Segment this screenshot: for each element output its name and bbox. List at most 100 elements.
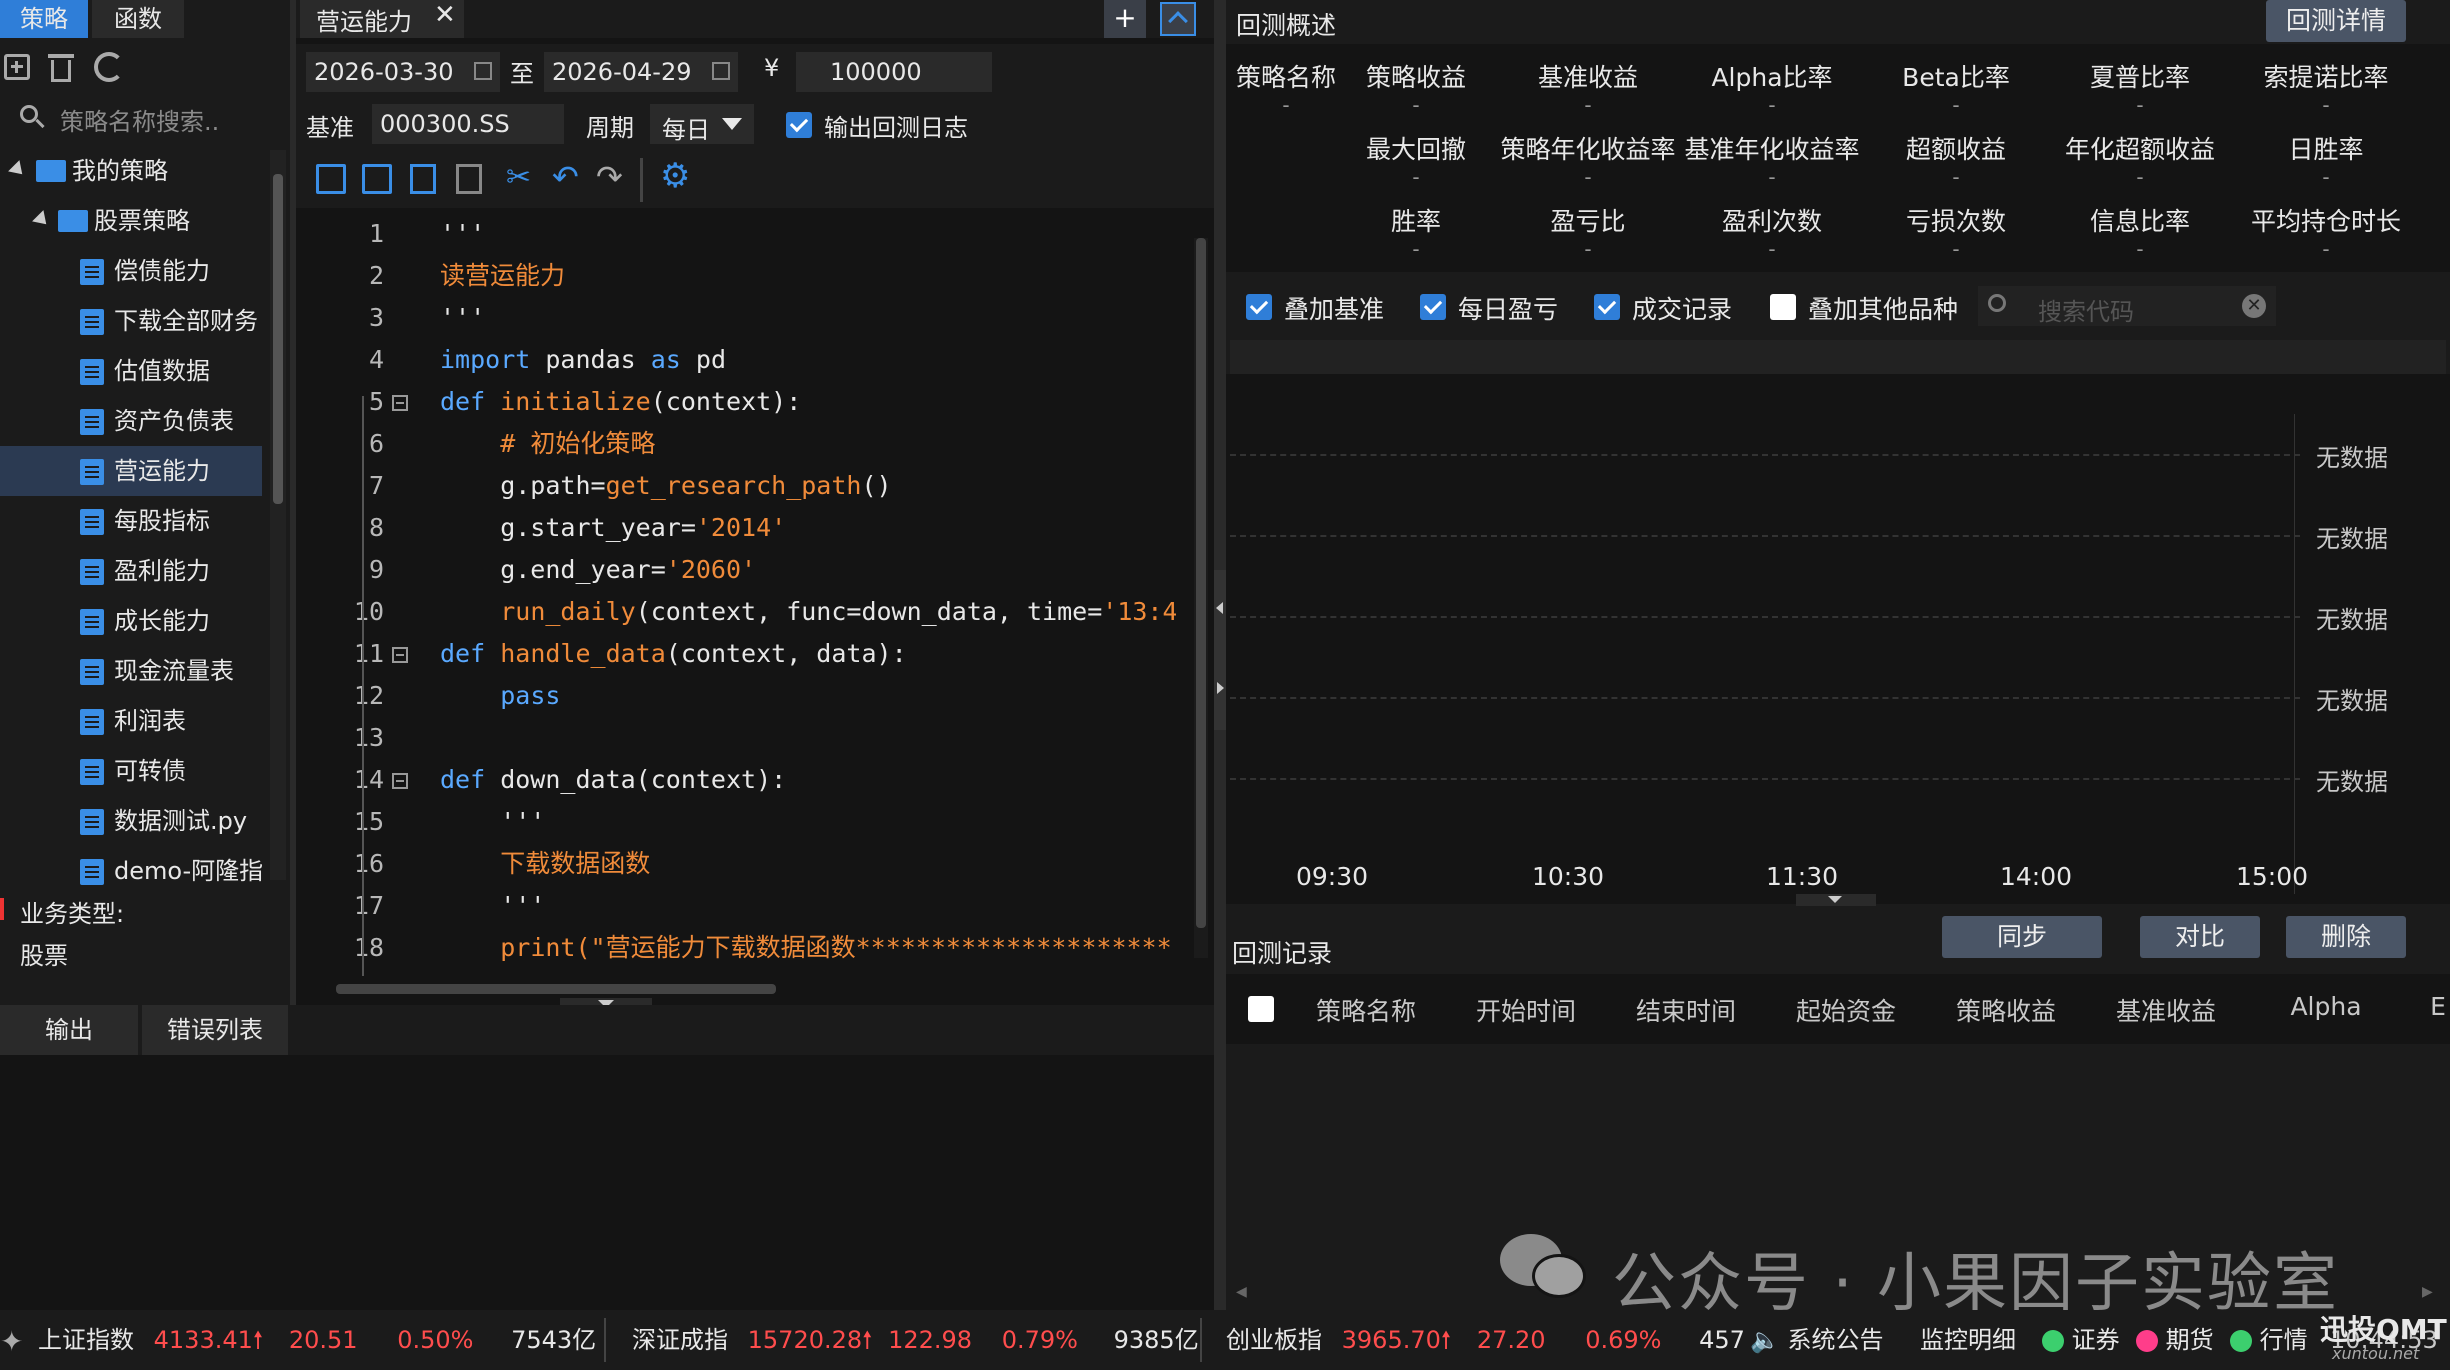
gear-icon[interactable]: ⚙ bbox=[660, 156, 690, 196]
start-date-field[interactable]: 2026-03-30 bbox=[306, 52, 500, 92]
log-checkbox[interactable] bbox=[786, 112, 812, 138]
paste-icon[interactable] bbox=[456, 164, 482, 194]
code-search-input[interactable]: 搜索代码 bbox=[2038, 292, 2134, 327]
tab-function[interactable]: 函数 bbox=[92, 0, 184, 38]
records-column-header[interactable]: 策略收益 bbox=[1926, 992, 2086, 1028]
code-line[interactable]: 8 g.start_year='2014' bbox=[296, 512, 1176, 542]
redo-icon[interactable]: ↷ bbox=[596, 158, 623, 196]
clear-icon[interactable]: ✕ bbox=[2242, 294, 2266, 318]
refresh-icon[interactable] bbox=[94, 52, 124, 82]
tree-item-file[interactable]: 盈利能力 bbox=[0, 546, 262, 596]
tab-strategy[interactable]: 策略 bbox=[0, 0, 88, 38]
delete-icon[interactable] bbox=[48, 52, 74, 82]
split-handle[interactable] bbox=[1214, 570, 1226, 730]
records-column-header[interactable]: Alpha bbox=[2246, 992, 2406, 1021]
records-column-header[interactable]: 开始时间 bbox=[1446, 992, 1606, 1028]
period-select[interactable]: 每日 bbox=[650, 104, 754, 144]
chart-y-label: 无数据 bbox=[2316, 606, 2388, 634]
strategy-search[interactable]: 策略名称搜索.. bbox=[0, 96, 290, 140]
tree-item-file[interactable]: 数据测试.py bbox=[0, 796, 262, 846]
tree-item-file[interactable]: 可转债 bbox=[0, 746, 262, 796]
overlay-benchmark-checkbox[interactable] bbox=[1246, 294, 1272, 320]
calendar-icon[interactable] bbox=[474, 62, 492, 80]
tab-output[interactable]: 输出 bbox=[0, 1005, 138, 1055]
overlay-other-checkbox[interactable] bbox=[1770, 294, 1796, 320]
pin-icon[interactable]: ✦ bbox=[0, 1325, 23, 1358]
tree-item-file[interactable]: demo-阿隆指 bbox=[0, 846, 262, 896]
records-column-header[interactable]: 结束时间 bbox=[1606, 992, 1766, 1028]
index-cy[interactable]: 创业板指 3965.70🠕 27.20 0.69% 457 bbox=[1226, 1310, 1745, 1370]
end-date-field[interactable]: 2026-04-29 bbox=[544, 52, 738, 92]
code-line[interactable]: 13 bbox=[296, 722, 1176, 752]
tree-folder[interactable]: 股票策略 bbox=[0, 196, 262, 246]
tree-root[interactable]: 我的策略 bbox=[0, 146, 262, 196]
system-notice[interactable]: 🔈 系统公告 bbox=[1750, 1310, 1884, 1370]
index-sz[interactable]: 深证成指 15720.28🠕 122.98 0.79% 9385亿 bbox=[632, 1310, 1199, 1370]
code-line[interactable]: 4 import pandas as pd bbox=[296, 344, 1176, 374]
code-line[interactable]: 9 g.end_year='2060' bbox=[296, 554, 1176, 584]
chart-expand-handle[interactable] bbox=[1796, 894, 1876, 906]
delete-button[interactable]: 删除 bbox=[2286, 916, 2406, 958]
code-line[interactable]: 17 ''' bbox=[296, 890, 1176, 920]
select-all-checkbox[interactable] bbox=[1248, 996, 1274, 1022]
sync-button[interactable]: 同步 bbox=[1942, 916, 2102, 958]
tree-item-file[interactable]: 偿债能力 bbox=[0, 246, 262, 296]
tree-item-file[interactable]: 营运能力 bbox=[0, 446, 262, 496]
tree-item-file[interactable]: 资产负债表 bbox=[0, 396, 262, 446]
code-line[interactable]: 5 def initialize(context): bbox=[296, 386, 1176, 416]
calendar-icon[interactable] bbox=[712, 62, 730, 80]
tree-item-file[interactable]: 现金流量表 bbox=[0, 646, 262, 696]
add-icon[interactable] bbox=[4, 54, 30, 80]
overview-title: 回测概述 bbox=[1236, 11, 1337, 40]
records-column-header[interactable]: 起始资金 bbox=[1766, 992, 1926, 1028]
code-line[interactable]: 15 ''' bbox=[296, 806, 1176, 836]
tree-item-file[interactable]: 成长能力 bbox=[0, 596, 262, 646]
records-column-header[interactable]: 基准收益 bbox=[2086, 992, 2246, 1028]
monitor-detail[interactable]: 监控明细 bbox=[1920, 1310, 2016, 1370]
close-icon[interactable]: ✕ bbox=[434, 0, 456, 30]
code-line[interactable]: 2 读营运能力 bbox=[296, 260, 1176, 290]
tree-scrollbar[interactable] bbox=[270, 150, 286, 880]
copy-icon[interactable] bbox=[410, 164, 436, 194]
index-sh[interactable]: 上证指数 4133.41🠕 20.51 0.50% 7543亿 bbox=[38, 1310, 596, 1370]
records-column-header[interactable]: 策略名称 bbox=[1286, 992, 1446, 1028]
code-line[interactable]: 11 def handle_data(context, data): bbox=[296, 638, 1176, 668]
conn-futures[interactable]: 期货 bbox=[2136, 1310, 2214, 1370]
save-as-icon[interactable] bbox=[362, 164, 392, 194]
benchmark-input[interactable]: 000300.SS bbox=[372, 104, 564, 144]
code-line[interactable]: 14 def down_data(context): bbox=[296, 764, 1176, 794]
code-line[interactable]: 16 下载数据函数 bbox=[296, 848, 1176, 878]
tree-item-file[interactable]: 估值数据 bbox=[0, 346, 262, 396]
cut-icon[interactable]: ✂ bbox=[506, 160, 531, 195]
code-scrollbar-h[interactable] bbox=[336, 982, 1036, 996]
trades-checkbox[interactable] bbox=[1594, 294, 1620, 320]
code-editor[interactable]: 1 ''' 2 读营运能力 3 ''' 4 import pandas as pd 5 def i… bbox=[296, 208, 1214, 998]
add-tab-button[interactable]: + bbox=[1104, 0, 1146, 38]
backtest-detail-button[interactable]: 回测详情 bbox=[2266, 0, 2406, 42]
search-input[interactable]: 策略名称搜索.. bbox=[60, 102, 219, 137]
records-column-header[interactable]: E bbox=[2426, 992, 2450, 1021]
tree-item-label: 估值数据 bbox=[114, 357, 210, 385]
code-line[interactable]: 6 # 初始化策略 bbox=[296, 428, 1176, 458]
compare-button[interactable]: 对比 bbox=[2140, 916, 2260, 958]
expand-up-icon[interactable] bbox=[1160, 2, 1196, 36]
code-line[interactable]: 3 ''' bbox=[296, 302, 1176, 332]
capital-input[interactable]: 100000 bbox=[796, 52, 992, 92]
code-line[interactable]: 1 ''' bbox=[296, 218, 1176, 248]
tree-item-file[interactable]: 利润表 bbox=[0, 696, 262, 746]
code-line[interactable]: 18 print("营运能力下载数据函数********************… bbox=[296, 932, 1176, 962]
undo-icon[interactable]: ↶ bbox=[552, 158, 579, 196]
code-scrollbar-v[interactable] bbox=[1194, 238, 1208, 958]
conn-stock[interactable]: 证券 bbox=[2042, 1310, 2120, 1370]
code-line[interactable]: 12 pass bbox=[296, 680, 1176, 710]
tree-item-file[interactable]: 下载全部财务 bbox=[0, 296, 262, 346]
code-line[interactable]: 10 run_daily(context, func=down_data, ti… bbox=[296, 596, 1176, 626]
editor-tab[interactable]: 营运能力 ✕ bbox=[300, 0, 464, 38]
tab-errors[interactable]: 错误列表 bbox=[142, 1005, 288, 1055]
save-icon[interactable] bbox=[316, 164, 346, 194]
daily-pnl-checkbox[interactable] bbox=[1420, 294, 1446, 320]
code-search-field[interactable]: 搜索代码 ✕ bbox=[1978, 286, 2276, 326]
conn-quote[interactable]: 行情 bbox=[2230, 1310, 2308, 1370]
tree-item-file[interactable]: 每股指标 bbox=[0, 496, 262, 546]
code-line[interactable]: 7 g.path=get_research_path() bbox=[296, 470, 1176, 500]
